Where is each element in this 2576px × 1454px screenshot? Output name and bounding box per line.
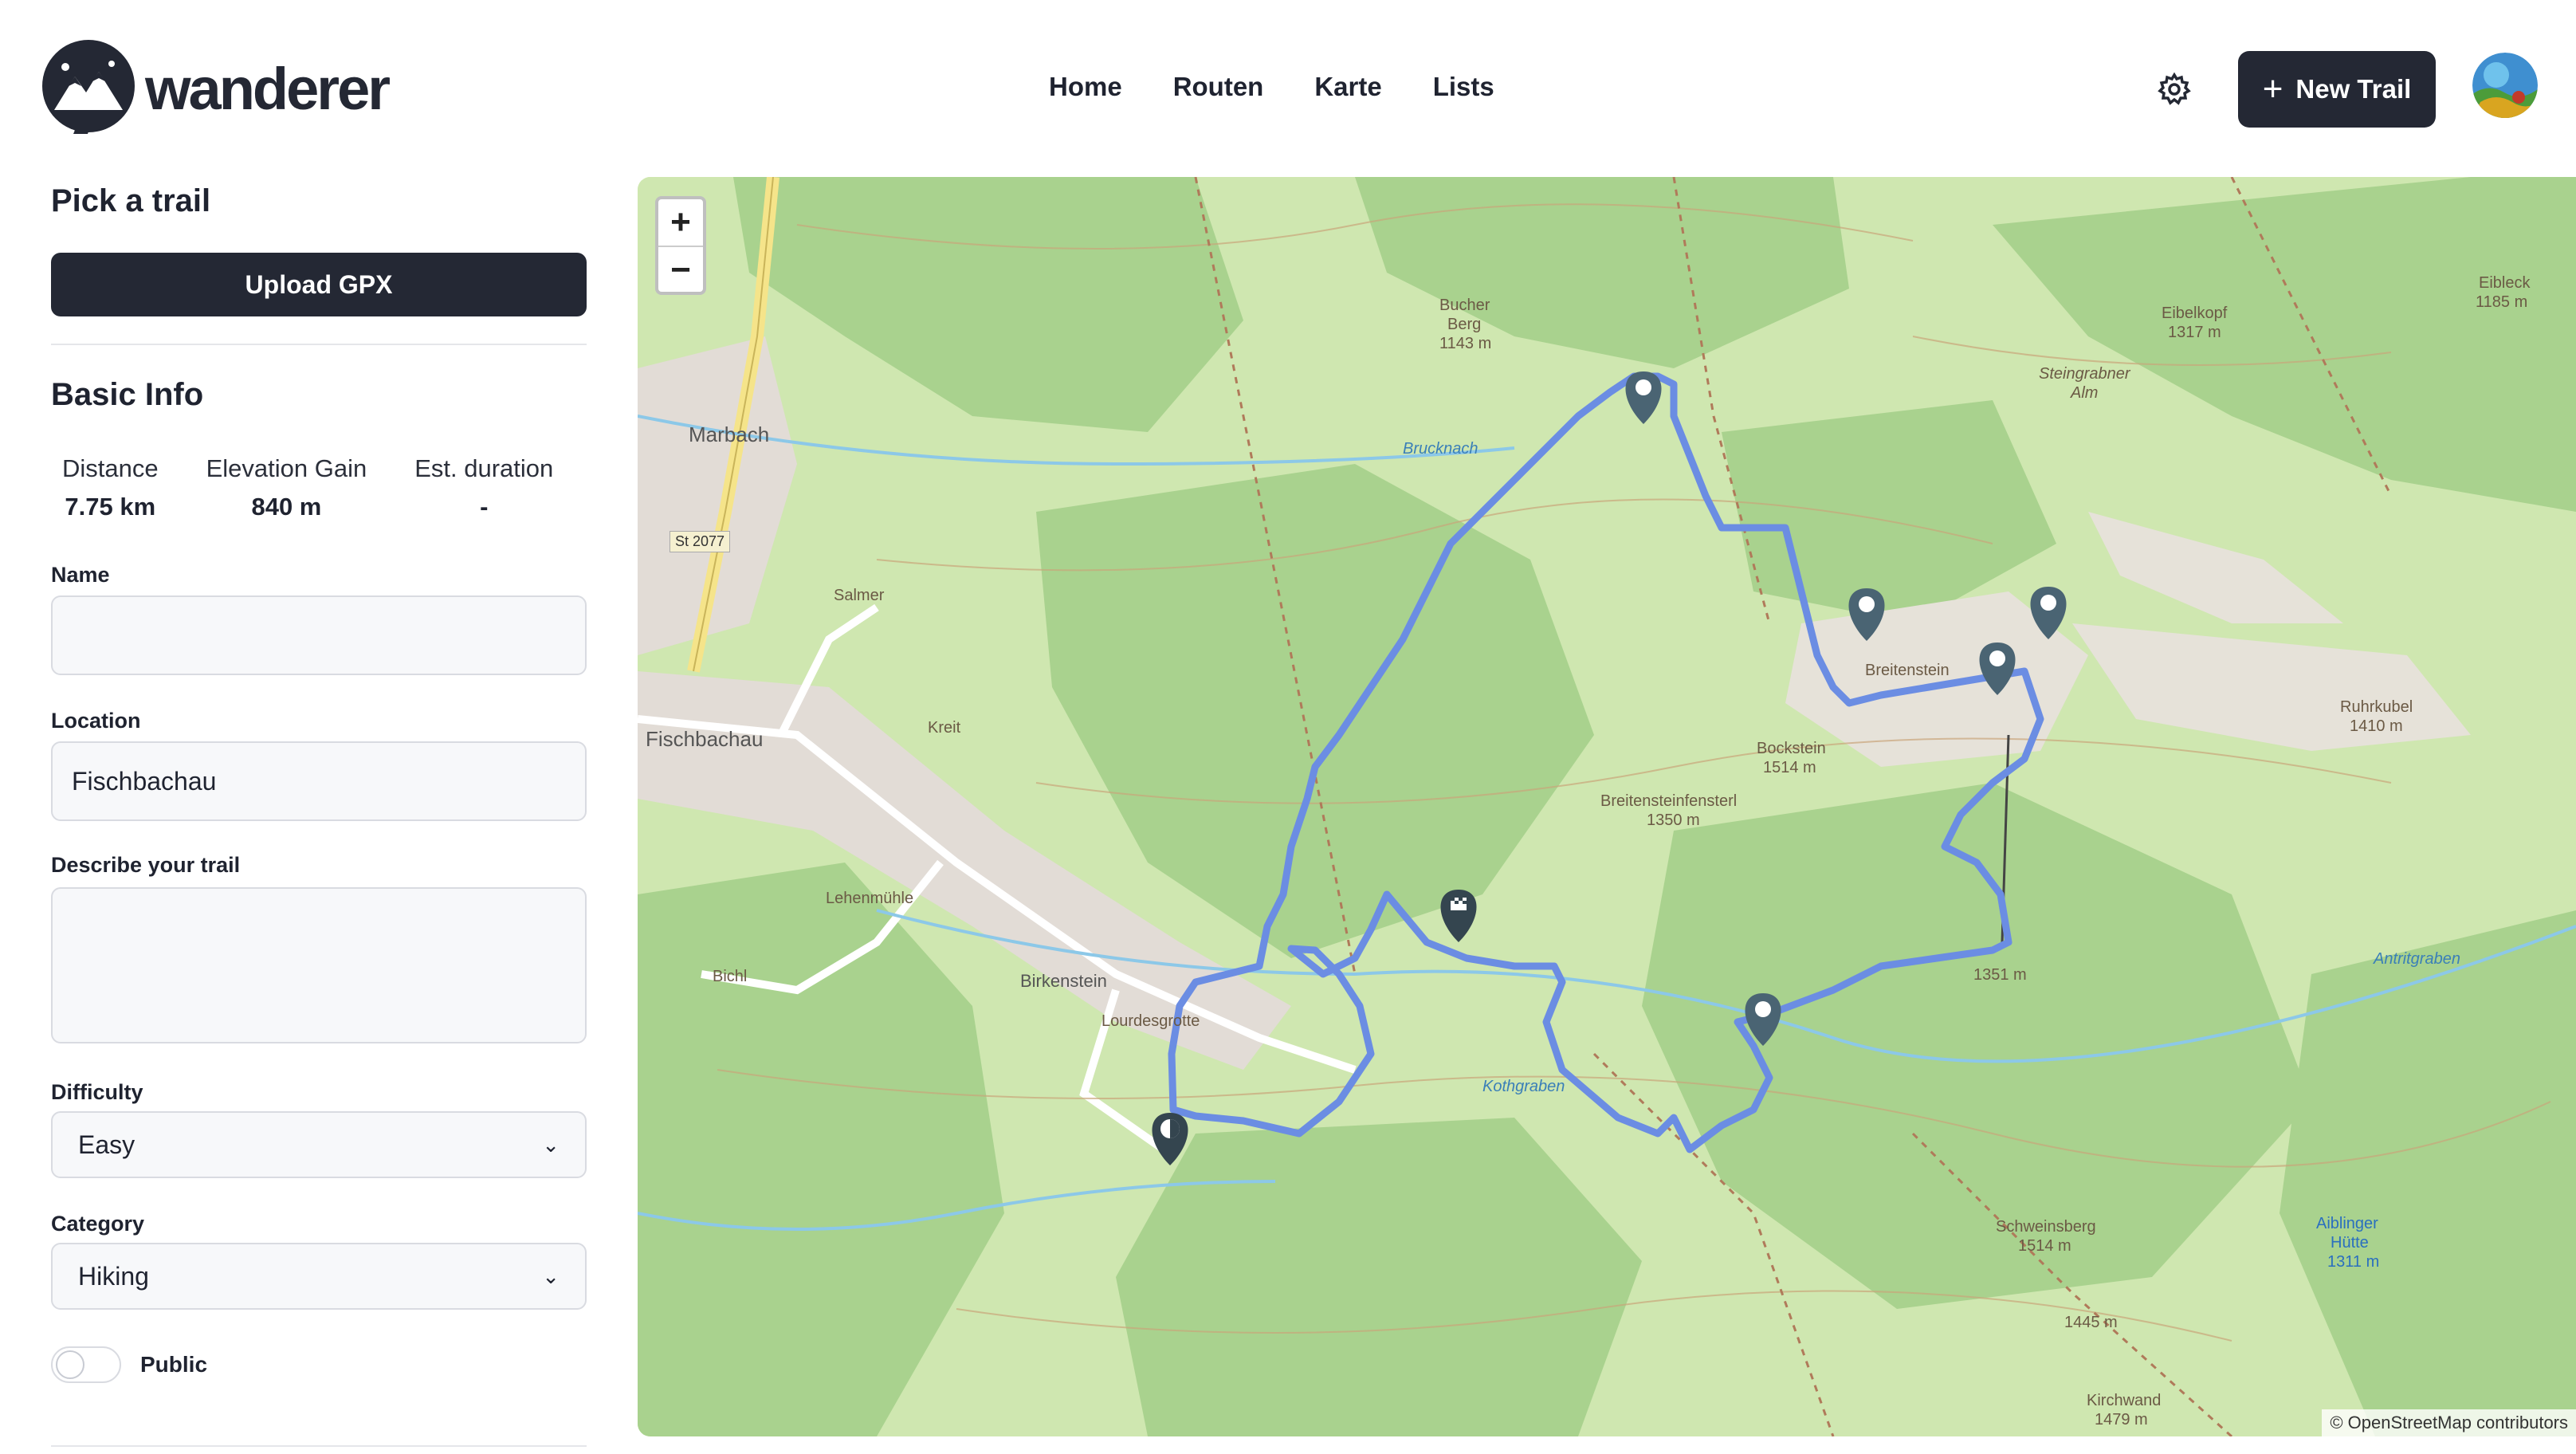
brand-logo[interactable]: wanderer (37, 37, 391, 140)
nav-home[interactable]: Home (1049, 72, 1122, 102)
divider (51, 344, 587, 345)
map-label: Aiblinger (2316, 1215, 2378, 1232)
map-attribution[interactable]: © OpenStreetMap contributors (2322, 1409, 2576, 1436)
map-label: 1410 m (2350, 717, 2403, 735)
map-label: Birkenstein (1020, 971, 1107, 991)
map-label: St 2077 (670, 531, 731, 552)
plus-icon: + (2262, 69, 2283, 108)
nav-routen[interactable]: Routen (1173, 72, 1264, 102)
location-label: Location (51, 709, 141, 733)
toggle-knob (56, 1350, 84, 1379)
map-label: Marbach (689, 422, 770, 446)
category-select[interactable]: Hiking ⌄ (51, 1243, 587, 1310)
stat-elevation-gain: Elevation Gain 840 m (206, 454, 367, 521)
pick-trail-title: Pick a trail (51, 183, 211, 218)
new-trail-label: New Trail (2295, 74, 2412, 104)
public-label: Public (140, 1352, 208, 1377)
map-label: Steingrabner (2039, 365, 2130, 383)
map-label: Berg (1447, 316, 1482, 333)
upload-gpx-button[interactable]: Upload GPX (51, 253, 587, 316)
map-label: 1479 m (2095, 1411, 2148, 1428)
map-label: Schweinsberg (1996, 1218, 2096, 1236)
public-toggle[interactable] (51, 1346, 121, 1383)
trail-map[interactable]: Bucher Berg 1143 m Eibelkopf 1317 m Eibl… (638, 177, 2576, 1436)
chevron-down-icon: ⌄ (542, 1132, 560, 1157)
category-value: Hiking (78, 1261, 149, 1291)
description-label: Describe your trail (51, 853, 241, 877)
map-label: Kirchwand (2087, 1392, 2162, 1409)
zoom-in-button[interactable]: + (658, 199, 703, 246)
map-label: Breitensteinfensterl (1600, 792, 1738, 810)
map-label: 1514 m (2018, 1237, 2071, 1255)
map-label: Antritgraben (2374, 950, 2460, 968)
app-header: wanderer Home Routen Karte Lists + New T… (0, 0, 2576, 175)
map-label: Bichl (713, 968, 748, 985)
map-label: Eibelkopf (2162, 305, 2228, 322)
map-label: 1317 m (2168, 324, 2221, 341)
divider (51, 1445, 587, 1447)
map-label: Alm (2071, 384, 2099, 402)
map-label: Bockstein (1757, 740, 1826, 757)
gear-icon[interactable] (2157, 72, 2192, 107)
difficulty-label: Difficulty (51, 1080, 143, 1104)
main-nav: Home Routen Karte Lists (1049, 72, 1545, 102)
basic-info-title: Basic Info (51, 377, 204, 412)
map-label: Bucher (1439, 297, 1490, 314)
map-label: Hütte (2331, 1234, 2369, 1252)
zoom-control: + − (655, 196, 706, 295)
map-label: 1185 m (2476, 293, 2528, 311)
map-label: Kothgraben (1482, 1078, 1565, 1095)
location-input[interactable]: Fischbachau (51, 741, 587, 821)
map-label: Eibleck (2479, 274, 2531, 292)
name-label: Name (51, 563, 110, 587)
name-input[interactable] (51, 595, 587, 675)
map-label: Lourdesgrotte (1101, 1012, 1200, 1030)
map-label: 1311 m (2327, 1253, 2380, 1271)
nav-lists[interactable]: Lists (1433, 72, 1494, 102)
map-label: Ruhrkubel (2340, 698, 2413, 716)
public-toggle-row: Public (51, 1346, 587, 1383)
brand-name: wanderer (145, 55, 391, 122)
mountain-logo-icon (42, 40, 135, 134)
description-textarea[interactable] (51, 887, 587, 1043)
map-label: Breitenstein (1865, 662, 1950, 679)
map-label: 1514 m (1763, 759, 1816, 776)
difficulty-value: Easy (78, 1130, 135, 1159)
trail-stats: Distance 7.75 km Elevation Gain 840 m Es… (51, 454, 587, 521)
stat-est-duration: Est. duration - (414, 454, 554, 521)
map-label: Brucknach (1403, 440, 1478, 458)
map-label: Kreit (928, 719, 961, 737)
difficulty-select[interactable]: Easy ⌄ (51, 1111, 587, 1178)
map-label: 1445 m (2064, 1314, 2118, 1331)
map-label: Lehenmühle (826, 890, 914, 907)
map-label: 1350 m (1647, 811, 1700, 829)
avatar[interactable] (2472, 53, 2538, 118)
zoom-out-button[interactable]: − (658, 247, 703, 293)
new-trail-button[interactable]: + New Trail (2238, 51, 2436, 128)
map-label: Fischbachau (646, 727, 764, 751)
trail-form-sidebar: Pick a trail Upload GPX Basic Info Dista… (51, 175, 587, 1447)
map-label: Salmer (834, 587, 885, 604)
category-label: Category (51, 1212, 145, 1236)
chevron-down-icon: ⌄ (542, 1263, 560, 1288)
map-label: 1143 m (1439, 335, 1492, 352)
stat-distance: Distance 7.75 km (62, 454, 159, 521)
map-label: 1351 m (1973, 966, 2027, 984)
nav-karte[interactable]: Karte (1314, 72, 1381, 102)
